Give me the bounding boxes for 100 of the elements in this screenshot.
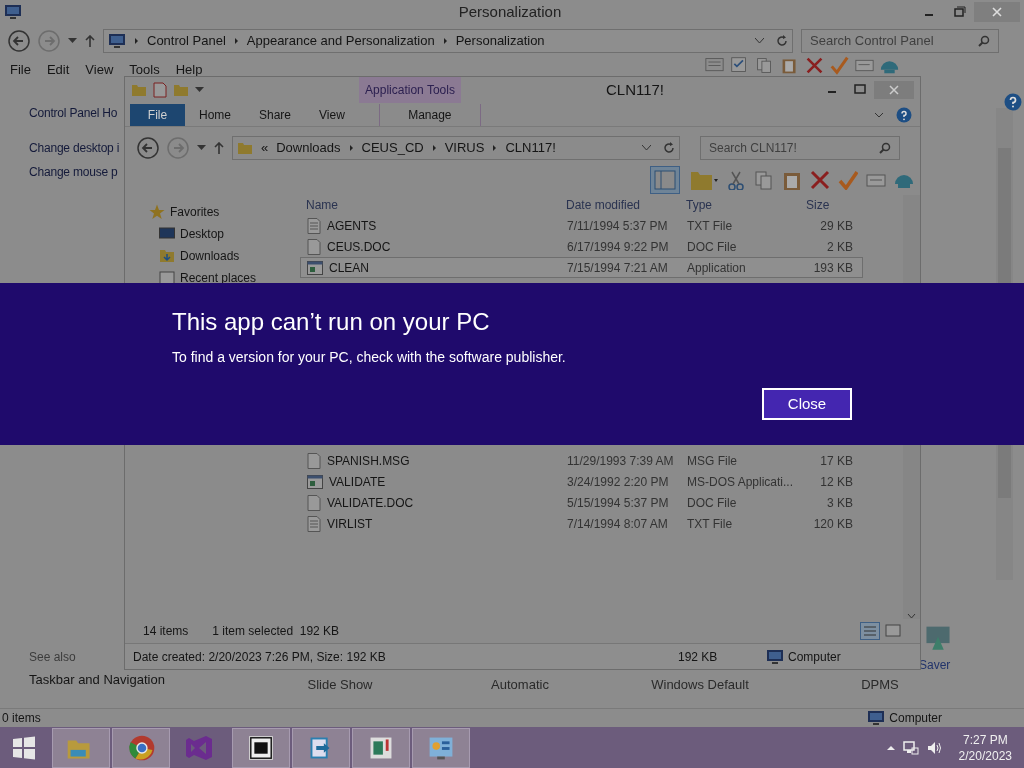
transfer-icon[interactable] (292, 727, 350, 768)
search-placeholder: Search Control Panel (810, 32, 934, 51)
ribbon-tab[interactable]: File (130, 104, 185, 126)
delete-icon[interactable] (805, 56, 824, 75)
refresh-icon[interactable] (663, 142, 675, 154)
archive-icon[interactable] (232, 727, 290, 768)
paste-icon[interactable] (780, 56, 799, 75)
search-icon[interactable] (978, 35, 990, 47)
folder-icon[interactable] (52, 727, 110, 768)
ribbon-tab[interactable]: View (305, 104, 359, 126)
date-cell-text: 11/29/1993 7:39 AM (566, 452, 675, 470)
help-icon[interactable] (896, 107, 912, 123)
ribbon-tab[interactable]: Share (245, 104, 306, 126)
scroll-down-icon[interactable] (907, 613, 916, 619)
search-icon[interactable] (879, 142, 891, 154)
size-cell-text: 2 KB (826, 238, 854, 256)
search-field[interactable]: Search Control Panel (801, 29, 999, 53)
copy-icon[interactable] (755, 56, 774, 75)
file-row[interactable]: VALIDATE 3/24/1992 2:20 PM MS-DOS Applicati... 12 KB (300, 471, 863, 492)
address-bar[interactable]: Control Panel Appearance and Personalization Personalization (103, 29, 793, 53)
scissors-icon[interactable] (726, 170, 746, 190)
dropdown-icon[interactable] (195, 87, 204, 93)
details-view-icon[interactable] (860, 622, 880, 640)
up-icon[interactable] (85, 35, 95, 47)
folder-icon[interactable] (159, 248, 175, 264)
sidebar-link[interactable]: Control Panel Ho (29, 104, 118, 122)
browser-icon[interactable] (112, 727, 170, 768)
copy-icon[interactable] (754, 170, 774, 190)
close-icon[interactable] (874, 81, 914, 99)
file-row[interactable]: VIRLIST 7/14/1994 8:07 AM TXT File 120 KB (300, 513, 863, 534)
up-icon[interactable] (214, 142, 224, 154)
nav-heading[interactable]: Favorites (170, 203, 220, 221)
column-header[interactable]: Type (680, 196, 798, 214)
column-header[interactable]: Date modified (560, 196, 680, 214)
breadcrumb-item[interactable]: CEUS_CD (361, 138, 424, 158)
file-row[interactable]: SPANISH.MSG 11/29/1993 7:39 AM MSG File 17 KB (300, 450, 863, 471)
network-icon[interactable] (902, 739, 919, 756)
forward-icon[interactable] (38, 30, 60, 52)
checkmark-icon[interactable] (838, 170, 858, 190)
back-icon[interactable] (137, 137, 159, 159)
control-panel-icon[interactable] (412, 727, 470, 768)
breadcrumb-item[interactable]: Downloads (276, 138, 341, 158)
file-row[interactable]: AGENTS 7/11/1994 5:37 PM TXT File 29 KB (300, 215, 863, 236)
ribbon-tab[interactable]: Manage (378, 104, 481, 126)
file-row[interactable]: VALIDATE.DOC 5/15/1994 5:37 PM DOC File 3 KB (300, 492, 863, 513)
nav-item[interactable]: Recent places (180, 269, 257, 287)
dropdown-icon[interactable] (197, 145, 206, 151)
close-icon[interactable] (974, 2, 1020, 22)
nav-item[interactable]: Desktop (180, 225, 225, 243)
chevron-icon (492, 144, 498, 152)
forward-icon[interactable] (167, 137, 189, 159)
dropdown-icon[interactable] (642, 145, 651, 151)
show-hidden-icons-icon[interactable] (886, 744, 895, 751)
status-text: 14 items (143, 623, 189, 640)
dropdown-icon[interactable] (68, 38, 77, 44)
file-row[interactable]: CEUS.DOC 6/17/1994 9:22 PM DOC File 2 KB (300, 236, 863, 257)
expand-icon[interactable] (874, 112, 884, 118)
setting-value: DPMS (860, 676, 900, 694)
search-field[interactable]: Search CLN117! (700, 136, 900, 160)
menu-item[interactable]: File (10, 60, 31, 80)
menu-item[interactable]: Edit (46, 60, 70, 80)
breadcrumb-item[interactable]: Appearance and Personalization (246, 31, 435, 51)
menu-item[interactable]: Tools (129, 60, 160, 80)
star-icon[interactable] (149, 204, 165, 220)
document-viewer-icon[interactable] (352, 727, 410, 768)
dropdown-icon[interactable] (755, 38, 764, 44)
menu-item[interactable]: Help (175, 60, 203, 80)
nav-item[interactable]: Downloads (180, 247, 240, 265)
preview-pane-icon[interactable] (650, 166, 680, 194)
checkmark-icon[interactable] (830, 56, 849, 75)
column-header[interactable]: Size (798, 196, 858, 214)
overflow-chevron[interactable]: « (261, 138, 269, 158)
back-icon[interactable] (8, 30, 30, 52)
file-row[interactable]: CLEAN 7/15/1994 7:21 AM Application 193 KB (300, 257, 863, 278)
ribbon-tab[interactable]: Home (185, 104, 245, 126)
address-bar[interactable]: « Downloads CEUS_CD VIRUS CLN117! (232, 136, 680, 160)
refresh-icon[interactable] (776, 35, 788, 47)
desktop-icon[interactable] (159, 226, 175, 242)
column-header[interactable]: Name (300, 196, 560, 214)
sidebar-link[interactable]: Change desktop i (29, 139, 120, 157)
breadcrumb-item[interactable]: Control Panel (147, 31, 226, 51)
breadcrumb-item[interactable]: CLN117! (505, 138, 556, 158)
sidebar-link[interactable]: Taskbar and Navigation (29, 670, 165, 690)
size-cell-text: 3 KB (826, 494, 854, 512)
help-icon[interactable] (1004, 93, 1022, 111)
delete-icon[interactable] (810, 170, 830, 190)
breadcrumb-item[interactable]: Personalization (455, 31, 545, 51)
recent-places-icon[interactable] (159, 270, 175, 286)
document-icon[interactable] (153, 82, 167, 98)
close-button[interactable]: Close (762, 388, 852, 420)
type-cell-text: DOC File (686, 238, 738, 256)
thumbnail-view-icon[interactable] (884, 622, 902, 640)
breadcrumb-item[interactable]: VIRUS (444, 138, 485, 158)
clock[interactable]: 7:27 PM 2/20/2023 (958, 731, 1012, 764)
menu-item[interactable]: View (85, 60, 114, 80)
sidebar-link[interactable]: Change mouse p (29, 163, 118, 181)
paste-icon[interactable] (782, 170, 802, 190)
setting-link[interactable]: Saver (919, 656, 951, 674)
checklist-icon[interactable] (730, 56, 749, 75)
document-icon (307, 494, 321, 511)
